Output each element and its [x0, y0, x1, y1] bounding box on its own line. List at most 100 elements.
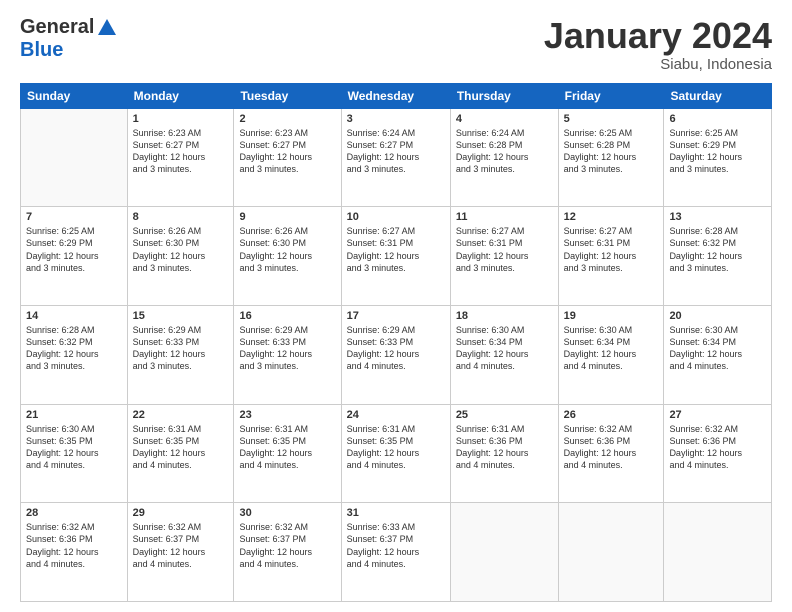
- day-number: 26: [564, 409, 659, 421]
- day-number: 24: [347, 409, 445, 421]
- table-row: 18 Sunrise: 6:30 AMSunset: 6:34 PMDayligh…: [450, 305, 558, 404]
- table-row: 5Sunrise: 6:25 AMSunset: 6:28 PMDaylight…: [558, 108, 664, 207]
- day-info: Sunrise: 6:24 AMSunset: 6:28 PMDaylight:…: [456, 127, 553, 176]
- day-number: 11: [456, 211, 553, 223]
- table-row: [21, 108, 128, 207]
- table-row: [558, 503, 664, 602]
- logo-icon: [96, 17, 118, 39]
- header-friday: Friday: [558, 83, 664, 108]
- day-number: 10: [347, 211, 445, 223]
- header: General Blue January 2024 Siabu, Indones…: [20, 16, 772, 73]
- calendar-week-row: 1 Sunrise: 6:23 AMSunset: 6:27 PMDaylight…: [21, 108, 772, 207]
- table-row: 6Sunrise: 6:25 AMSunset: 6:29 PMDaylight…: [664, 108, 772, 207]
- day-number: 18: [456, 310, 553, 322]
- table-row: 21 Sunrise: 6:30 AMSunset: 6:35 PMDayligh…: [21, 404, 128, 503]
- day-info: Sunrise: 6:32 AMSunset: 6:36 PMDaylight:…: [669, 423, 766, 472]
- day-info: Sunrise: 6:27 AMSunset: 6:31 PMDaylight:…: [564, 225, 659, 274]
- day-info: Sunrise: 6:31 AMSunset: 6:35 PMDaylight:…: [133, 423, 229, 472]
- table-row: 22 Sunrise: 6:31 AMSunset: 6:35 PMDayligh…: [127, 404, 234, 503]
- table-row: 23 Sunrise: 6:31 AMSunset: 6:35 PMDayligh…: [234, 404, 341, 503]
- header-saturday: Saturday: [664, 83, 772, 108]
- logo: General Blue: [20, 16, 118, 62]
- day-number: 28: [26, 507, 122, 519]
- table-row: 12Sunrise: 6:27 AMSunset: 6:31 PMDayligh…: [558, 207, 664, 306]
- day-number: 6: [669, 113, 766, 125]
- day-number: 21: [26, 409, 122, 421]
- table-row: 15 Sunrise: 6:29 AMSunset: 6:33 PMDayligh…: [127, 305, 234, 404]
- month-title: January 2024: [544, 16, 772, 56]
- day-info: Sunrise: 6:24 AMSunset: 6:27 PMDaylight:…: [347, 127, 445, 176]
- day-number: 17: [347, 310, 445, 322]
- day-info: Sunrise: 6:30 AMSunset: 6:34 PMDaylight:…: [456, 324, 553, 373]
- day-info: Sunrise: 6:26 AMSunset: 6:30 PMDaylight:…: [133, 225, 229, 274]
- calendar-header-row: Sunday Monday Tuesday Wednesday Thursday…: [21, 83, 772, 108]
- logo-general-text: General: [20, 16, 94, 39]
- day-number: 8: [133, 211, 229, 223]
- day-number: 29: [133, 507, 229, 519]
- day-info: Sunrise: 6:29 AMSunset: 6:33 PMDaylight:…: [347, 324, 445, 373]
- day-number: 23: [239, 409, 335, 421]
- day-number: 31: [347, 507, 445, 519]
- table-row: 3Sunrise: 6:24 AMSunset: 6:27 PMDaylight…: [341, 108, 450, 207]
- logo-blue-text: Blue: [20, 39, 63, 62]
- day-info: Sunrise: 6:31 AMSunset: 6:35 PMDaylight:…: [239, 423, 335, 472]
- calendar-week-row: 7 Sunrise: 6:25 AMSunset: 6:29 PMDaylight…: [21, 207, 772, 306]
- day-info: Sunrise: 6:26 AMSunset: 6:30 PMDaylight:…: [239, 225, 335, 274]
- day-info: Sunrise: 6:27 AMSunset: 6:31 PMDaylight:…: [347, 225, 445, 274]
- day-number: 9: [239, 211, 335, 223]
- table-row: [450, 503, 558, 602]
- day-number: 4: [456, 113, 553, 125]
- table-row: 8 Sunrise: 6:26 AMSunset: 6:30 PMDaylight…: [127, 207, 234, 306]
- day-info: Sunrise: 6:29 AMSunset: 6:33 PMDaylight:…: [239, 324, 335, 373]
- day-info: Sunrise: 6:32 AMSunset: 6:37 PMDaylight:…: [133, 521, 229, 570]
- table-row: 28 Sunrise: 6:32 AMSunset: 6:36 PMDayligh…: [21, 503, 128, 602]
- calendar: Sunday Monday Tuesday Wednesday Thursday…: [20, 83, 772, 602]
- day-number: 15: [133, 310, 229, 322]
- day-number: 30: [239, 507, 335, 519]
- table-row: [664, 503, 772, 602]
- header-monday: Monday: [127, 83, 234, 108]
- calendar-week-row: 28 Sunrise: 6:32 AMSunset: 6:36 PMDayligh…: [21, 503, 772, 602]
- day-info: Sunrise: 6:30 AMSunset: 6:35 PMDaylight:…: [26, 423, 122, 472]
- day-number: 13: [669, 211, 766, 223]
- calendar-week-row: 21 Sunrise: 6:30 AMSunset: 6:35 PMDayligh…: [21, 404, 772, 503]
- table-row: 4 Sunrise: 6:24 AMSunset: 6:28 PMDaylight…: [450, 108, 558, 207]
- table-row: 19Sunrise: 6:30 AMSunset: 6:34 PMDayligh…: [558, 305, 664, 404]
- day-info: Sunrise: 6:28 AMSunset: 6:32 PMDaylight:…: [26, 324, 122, 373]
- table-row: 26 Sunrise: 6:32 AMSunset: 6:36 PMDayligh…: [558, 404, 664, 503]
- day-info: Sunrise: 6:32 AMSunset: 6:36 PMDaylight:…: [564, 423, 659, 472]
- day-number: 2: [239, 113, 335, 125]
- day-info: Sunrise: 6:28 AMSunset: 6:32 PMDaylight:…: [669, 225, 766, 274]
- day-number: 14: [26, 310, 122, 322]
- day-info: Sunrise: 6:32 AMSunset: 6:36 PMDaylight:…: [26, 521, 122, 570]
- day-info: Sunrise: 6:31 AMSunset: 6:36 PMDaylight:…: [456, 423, 553, 472]
- day-number: 1: [133, 113, 229, 125]
- day-number: 22: [133, 409, 229, 421]
- day-number: 25: [456, 409, 553, 421]
- page: General Blue January 2024 Siabu, Indones…: [0, 0, 792, 612]
- header-thursday: Thursday: [450, 83, 558, 108]
- day-info: Sunrise: 6:27 AMSunset: 6:31 PMDaylight:…: [456, 225, 553, 274]
- table-row: 20Sunrise: 6:30 AMSunset: 6:34 PMDayligh…: [664, 305, 772, 404]
- header-wednesday: Wednesday: [341, 83, 450, 108]
- table-row: 29 Sunrise: 6:32 AMSunset: 6:37 PMDayligh…: [127, 503, 234, 602]
- day-info: Sunrise: 6:31 AMSunset: 6:35 PMDaylight:…: [347, 423, 445, 472]
- day-info: Sunrise: 6:23 AMSunset: 6:27 PMDaylight:…: [133, 127, 229, 176]
- table-row: 24 Sunrise: 6:31 AMSunset: 6:35 PMDayligh…: [341, 404, 450, 503]
- table-row: 25 Sunrise: 6:31 AMSunset: 6:36 PMDayligh…: [450, 404, 558, 503]
- day-info: Sunrise: 6:25 AMSunset: 6:29 PMDaylight:…: [26, 225, 122, 274]
- day-info: Sunrise: 6:30 AMSunset: 6:34 PMDaylight:…: [564, 324, 659, 373]
- table-row: 10 Sunrise: 6:27 AMSunset: 6:31 PMDayligh…: [341, 207, 450, 306]
- table-row: 2 Sunrise: 6:23 AMSunset: 6:27 PMDaylight…: [234, 108, 341, 207]
- location: Siabu, Indonesia: [544, 56, 772, 73]
- day-info: Sunrise: 6:23 AMSunset: 6:27 PMDaylight:…: [239, 127, 335, 176]
- calendar-table: Sunday Monday Tuesday Wednesday Thursday…: [20, 83, 772, 602]
- header-tuesday: Tuesday: [234, 83, 341, 108]
- day-number: 16: [239, 310, 335, 322]
- table-row: 30Sunrise: 6:32 AMSunset: 6:37 PMDayligh…: [234, 503, 341, 602]
- table-row: 7 Sunrise: 6:25 AMSunset: 6:29 PMDaylight…: [21, 207, 128, 306]
- day-number: 7: [26, 211, 122, 223]
- day-info: Sunrise: 6:29 AMSunset: 6:33 PMDaylight:…: [133, 324, 229, 373]
- calendar-week-row: 14 Sunrise: 6:28 AMSunset: 6:32 PMDayligh…: [21, 305, 772, 404]
- table-row: 13 Sunrise: 6:28 AMSunset: 6:32 PMDayligh…: [664, 207, 772, 306]
